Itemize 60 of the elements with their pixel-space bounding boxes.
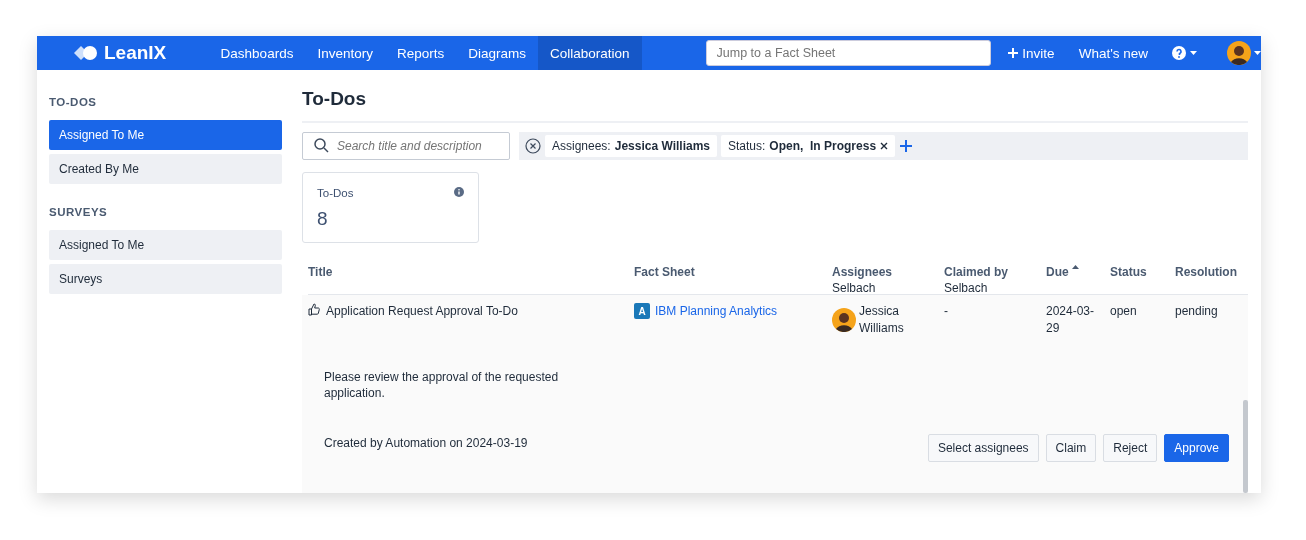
fact-sheet-link[interactable]: IBM Planning Analytics	[655, 303, 778, 320]
fact-sheet-type-badge: A	[634, 303, 650, 319]
column-header: Status	[1110, 265, 1148, 279]
nav-tab[interactable]: Reports	[384, 36, 457, 70]
table-cell-text: -	[944, 303, 949, 320]
clear-filters-icon	[525, 138, 541, 154]
caret-icon	[1190, 51, 1197, 55]
search-field[interactable]: Jump to a Fact Sheet	[705, 40, 992, 66]
avatar	[832, 308, 856, 332]
nav-tab[interactable]: Dashboards	[208, 36, 306, 70]
section-heading: SURVEYS	[49, 206, 109, 218]
action-button[interactable]: Select assignees	[927, 434, 1039, 462]
sidebar-item[interactable]: Surveys	[49, 264, 282, 294]
table-cell-text: pending	[1175, 303, 1219, 320]
logo-text: LeanIX	[104, 42, 167, 64]
sidebar-item[interactable]: Created By Me	[49, 154, 282, 184]
stat-label: To-Dos	[317, 187, 354, 199]
logo-icon	[72, 43, 98, 63]
search-field[interactable]: Search title and description	[302, 132, 510, 160]
table-cell: Application Request Approval To-Do	[326, 303, 518, 320]
invite-button[interactable]: Invite	[1007, 45, 1055, 61]
filter-chip[interactable]: Status: Open, In Progress	[721, 135, 896, 157]
table-cell-text: Selbach	[944, 280, 989, 294]
info-icon	[454, 187, 464, 197]
thumbs-up-icon	[308, 303, 320, 316]
column-header: Title	[308, 265, 334, 279]
avatar	[1227, 41, 1251, 65]
stat-value: 8	[317, 208, 329, 230]
add-filter-icon	[899, 139, 914, 153]
column-header: Claimed by	[944, 265, 1010, 279]
whats-new-link[interactable]: What's new	[1078, 45, 1148, 61]
column-header: Fact Sheet	[634, 265, 696, 279]
nav-tab[interactable]: Inventory	[305, 36, 385, 70]
remove-icon	[880, 142, 889, 150]
table-cell-text: Selbach	[832, 280, 877, 294]
sort-ascending-icon	[1071, 265, 1079, 269]
plus-icon	[1007, 47, 1020, 59]
column-header: Resolution	[1175, 265, 1238, 279]
sidebar-item[interactable]: Assigned To Me	[49, 230, 282, 260]
action-button[interactable]: Reject	[1103, 434, 1158, 462]
section-heading: TO-DOS	[49, 96, 98, 108]
table-cell-text: Jessica Williams	[859, 303, 905, 337]
approve-button[interactable]: Approve	[1164, 434, 1229, 462]
sidebar-item[interactable]: Assigned To Me	[49, 120, 282, 150]
help-icon	[1172, 46, 1186, 60]
filter-chip[interactable]: Assignees: Jessica Williams	[545, 135, 717, 157]
nav-tab[interactable]: Collaboration	[537, 36, 642, 70]
action-button[interactable]: Claim	[1045, 434, 1097, 462]
nav-tab[interactable]: Diagrams	[456, 36, 538, 70]
created-by-text: Created by Automation on 2024-03-19	[324, 436, 528, 450]
page-title: To-Dos	[302, 88, 1248, 123]
column-header[interactable]: Due	[1046, 265, 1069, 279]
description-text: Please review the approval of the requested application.	[324, 369, 560, 401]
table-cell-text: open	[1110, 303, 1138, 320]
caret-icon	[1254, 51, 1261, 55]
scrollbar[interactable]	[1243, 400, 1248, 493]
help-menu-button[interactable]	[1172, 46, 1197, 60]
column-header: Assignees	[832, 265, 894, 279]
user-menu-button[interactable]	[1227, 41, 1261, 65]
table-cell-text: 2024-03-29	[1046, 303, 1096, 337]
